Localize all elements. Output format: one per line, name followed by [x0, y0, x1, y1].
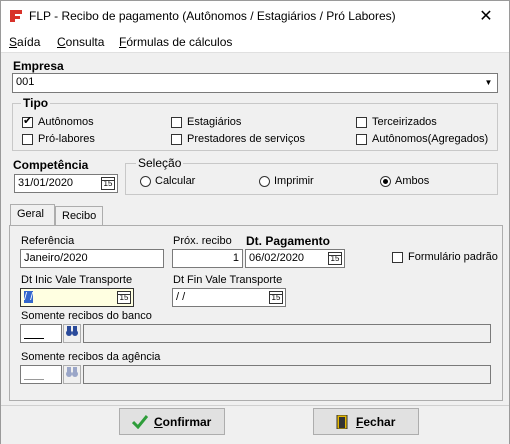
somente-agencia-label: Somente recibos da agência [21, 351, 161, 363]
competencia-input[interactable]: 31/01/2020 15 [14, 174, 118, 193]
prox-recibo-input[interactable]: 1 [172, 249, 243, 268]
checkbox-prestadores[interactable] [171, 134, 182, 145]
calendar-icon[interactable]: 15 [269, 291, 283, 304]
app-logo-icon [10, 10, 22, 22]
empresa-value: 001 [16, 76, 35, 88]
radio-imprimir[interactable] [259, 176, 270, 187]
ambos-label: Ambos [395, 175, 430, 187]
dt-fin-vt-label: Dt Fin Vale Transporte [173, 274, 283, 286]
binoculars-icon[interactable] [63, 365, 81, 384]
dt-fin-vt-input[interactable]: / / 15 [172, 288, 286, 307]
prox-recibo-label: Próx. recibo [173, 235, 232, 247]
referencia-label: Referência [21, 235, 75, 247]
imprimir-label: Imprimir [274, 175, 314, 187]
calendar-icon[interactable]: 15 [328, 252, 342, 265]
button-bar [1, 405, 509, 444]
calendar-icon[interactable]: 15 [117, 291, 131, 304]
main-window: FLP - Recibo de pagamento (Autônomos / E… [0, 0, 510, 444]
competencia-label: Competência [13, 158, 89, 172]
autonomos-agregados-label: Autônomos(Agregados) [372, 133, 489, 145]
empresa-select[interactable]: 001 ▼ [12, 73, 498, 93]
tipo-label: Tipo [21, 96, 51, 110]
close-window-button[interactable]: Fechar [313, 408, 419, 435]
terceirizados-label: Terceirizados [372, 116, 437, 128]
prestadores-label: Prestadores de serviços [187, 133, 305, 145]
banco-name-field [83, 324, 491, 343]
formulario-padrao-label: Formulário padrão [408, 251, 498, 263]
checkbox-estagiarios[interactable] [171, 117, 182, 128]
close-button[interactable]: ✕ [463, 1, 509, 32]
checkbox-autonomos[interactable] [22, 115, 33, 128]
menu-formulas[interactable]: Fórmulas de cálculos [119, 35, 232, 49]
competencia-value: 31/01/2020 [18, 177, 74, 189]
confirm-button[interactable]: Confirmar [119, 408, 225, 435]
dt-pagamento-label: Dt. Pagamento [246, 234, 331, 248]
agencia-code-input[interactable] [20, 365, 62, 384]
selecao-label: Seleção [136, 156, 184, 170]
menu-bar: Saída Consulta Fórmulas de cálculos [1, 32, 509, 53]
radio-calcular[interactable] [140, 176, 151, 187]
autonomos-label: Autônomos [38, 116, 94, 128]
calcular-label: Calcular [155, 175, 196, 187]
radio-ambos[interactable] [380, 176, 391, 187]
menu-consulta[interactable]: Consulta [57, 35, 104, 49]
tab-recibo[interactable]: Recibo [55, 206, 103, 225]
empresa-label: Empresa [13, 59, 64, 73]
binoculars-icon[interactable] [63, 324, 81, 343]
dt-pagamento-input[interactable]: 06/02/2020 15 [245, 249, 345, 268]
estagiarios-label: Estagiários [187, 116, 242, 128]
check-icon [132, 415, 148, 429]
checkbox-pro-labores[interactable] [22, 134, 33, 145]
checkbox-formulario-padrao[interactable] [392, 252, 403, 263]
door-exit-icon [336, 415, 348, 429]
menu-saida[interactable]: Saída [9, 35, 40, 49]
checkbox-terceirizados[interactable] [356, 117, 367, 128]
referencia-input[interactable]: Janeiro/2020 [20, 249, 164, 268]
chevron-down-icon[interactable]: ▼ [482, 76, 495, 89]
dt-inic-vt-label: Dt Inic Vale Transporte [21, 274, 133, 286]
checkbox-autonomos-agregados[interactable] [356, 134, 367, 145]
banco-code-input[interactable] [20, 324, 62, 343]
somente-banco-label: Somente recibos do banco [21, 310, 152, 322]
calendar-icon[interactable]: 15 [101, 177, 115, 190]
title-bar: FLP - Recibo de pagamento (Autônomos / E… [1, 1, 509, 32]
pro-labores-label: Pró-labores [38, 133, 95, 145]
tab-geral[interactable]: Geral [10, 204, 55, 225]
dt-inic-vt-input[interactable]: / / 15 [20, 288, 134, 307]
window-title: FLP - Recibo de pagamento (Autônomos / E… [29, 9, 396, 23]
agencia-name-field [83, 365, 491, 384]
